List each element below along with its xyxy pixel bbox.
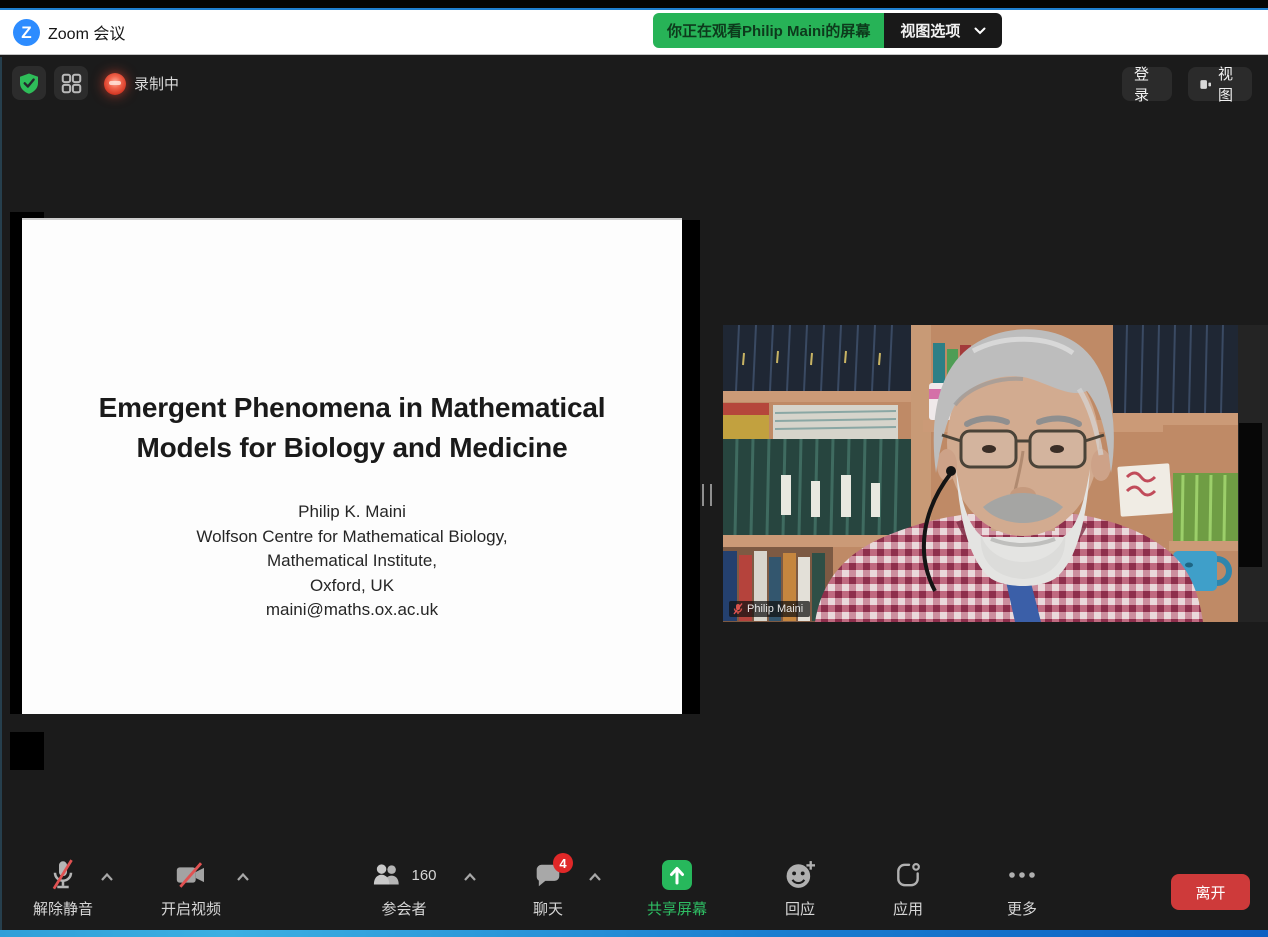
taskbar-strip [0,930,1268,937]
sign-in-label: 登录 [1134,63,1160,105]
slide-author-name: Philip K. Maini [22,500,682,525]
chat-options-chevron[interactable] [588,872,602,882]
reactions-smiley-icon [785,860,815,890]
speaker-video-image [723,325,1238,622]
more-button[interactable]: 更多 [1007,858,1037,919]
share-screen-icon [662,860,692,890]
slide-title: Emergent Phenomena in Mathematical Model… [22,388,682,468]
mic-muted-icon [49,859,77,891]
security-shield-button[interactable] [12,66,46,100]
slide-title-line2: Models for Biology and Medicine [22,428,682,468]
top-black-strip [0,0,1268,8]
speaker-video-tile[interactable]: Philip Maini [723,325,1238,622]
slide-author-location: Oxford, UK [22,574,682,599]
unmute-button[interactable]: 解除静音 [33,858,93,919]
participants-count: 160 [411,867,436,884]
slide-author-email: maini@maths.ox.ac.uk [22,598,682,623]
share-screen-button[interactable]: 共享屏幕 [647,858,707,919]
view-label: 视图 [1218,63,1240,105]
panel-resize-handle[interactable] [702,484,712,506]
muted-mic-icon [733,603,743,615]
chat-label: 聊天 [533,898,563,919]
view-options-label: 视图选项 [900,20,960,41]
participants-button[interactable]: 160 参会者 [371,858,436,919]
view-layout-icon [1200,78,1211,91]
shared-screen-right-bar [682,220,700,714]
participants-icon [371,862,403,888]
participants-label: 参会者 [381,898,426,919]
video-options-chevron[interactable] [236,872,250,882]
watching-status-label: 你正在观看Philip Maini的屏幕 [653,13,884,48]
start-video-label: 开启视频 [161,898,221,919]
participants-options-chevron[interactable] [463,872,477,882]
apps-icon [894,861,922,889]
recording-status-label: 录制中 [134,66,179,100]
gallery-view-button[interactable] [54,66,88,100]
recording-indicator-icon [104,73,126,95]
camera-muted-icon [175,862,207,888]
slide-author-affiliation2: Mathematical Institute, [22,549,682,574]
view-button[interactable]: 视图 [1188,67,1252,101]
apps-label: 应用 [893,898,923,919]
participant-name-label: Philip Maini [747,603,803,615]
leave-label: 离开 [1195,882,1225,903]
screen-share-banner: 你正在观看Philip Maini的屏幕 视图选项 [653,13,1002,48]
sign-in-button[interactable]: 登录 [1122,67,1172,101]
zoom-logo-icon: Z [13,19,40,46]
unmute-label: 解除静音 [33,898,93,919]
window-left-edge [0,57,2,930]
slide-author-affiliation1: Wolfson Centre for Mathematical Biology, [22,525,682,550]
participant-name-badge: Philip Maini [729,601,810,617]
leave-meeting-button[interactable]: 离开 [1171,874,1250,910]
shared-screen-left-bar [10,215,22,714]
view-options-button[interactable]: 视图选项 [884,13,1002,48]
chat-unread-badge: 4 [553,853,573,873]
more-dots-icon [1008,870,1036,880]
grid-icon [60,72,83,95]
start-video-button[interactable]: 开启视频 [161,858,221,919]
shared-screen-black-square [10,732,44,770]
window-title: Zoom 会议 [48,10,125,54]
video-scrollbar-thumb[interactable] [1239,423,1262,567]
more-label: 更多 [1007,898,1037,919]
zoom-meeting-window: Z Zoom 会议 你正在观看Philip Maini的屏幕 视图选项 录制中 … [0,0,1268,937]
audio-options-chevron[interactable] [100,872,114,882]
slide-title-line1: Emergent Phenomena in Mathematical [22,388,682,428]
chevron-down-icon [974,27,986,35]
shield-check-icon [18,72,40,94]
reactions-label: 回应 [785,898,815,919]
share-screen-label: 共享屏幕 [647,898,707,919]
reactions-button[interactable]: 回应 [785,858,815,919]
shared-slide: Emergent Phenomena in Mathematical Model… [22,218,682,714]
apps-button[interactable]: 应用 [893,858,923,919]
slide-author-block: Philip K. Maini Wolfson Centre for Mathe… [22,500,682,623]
titlebar: Z Zoom 会议 [0,10,1268,55]
